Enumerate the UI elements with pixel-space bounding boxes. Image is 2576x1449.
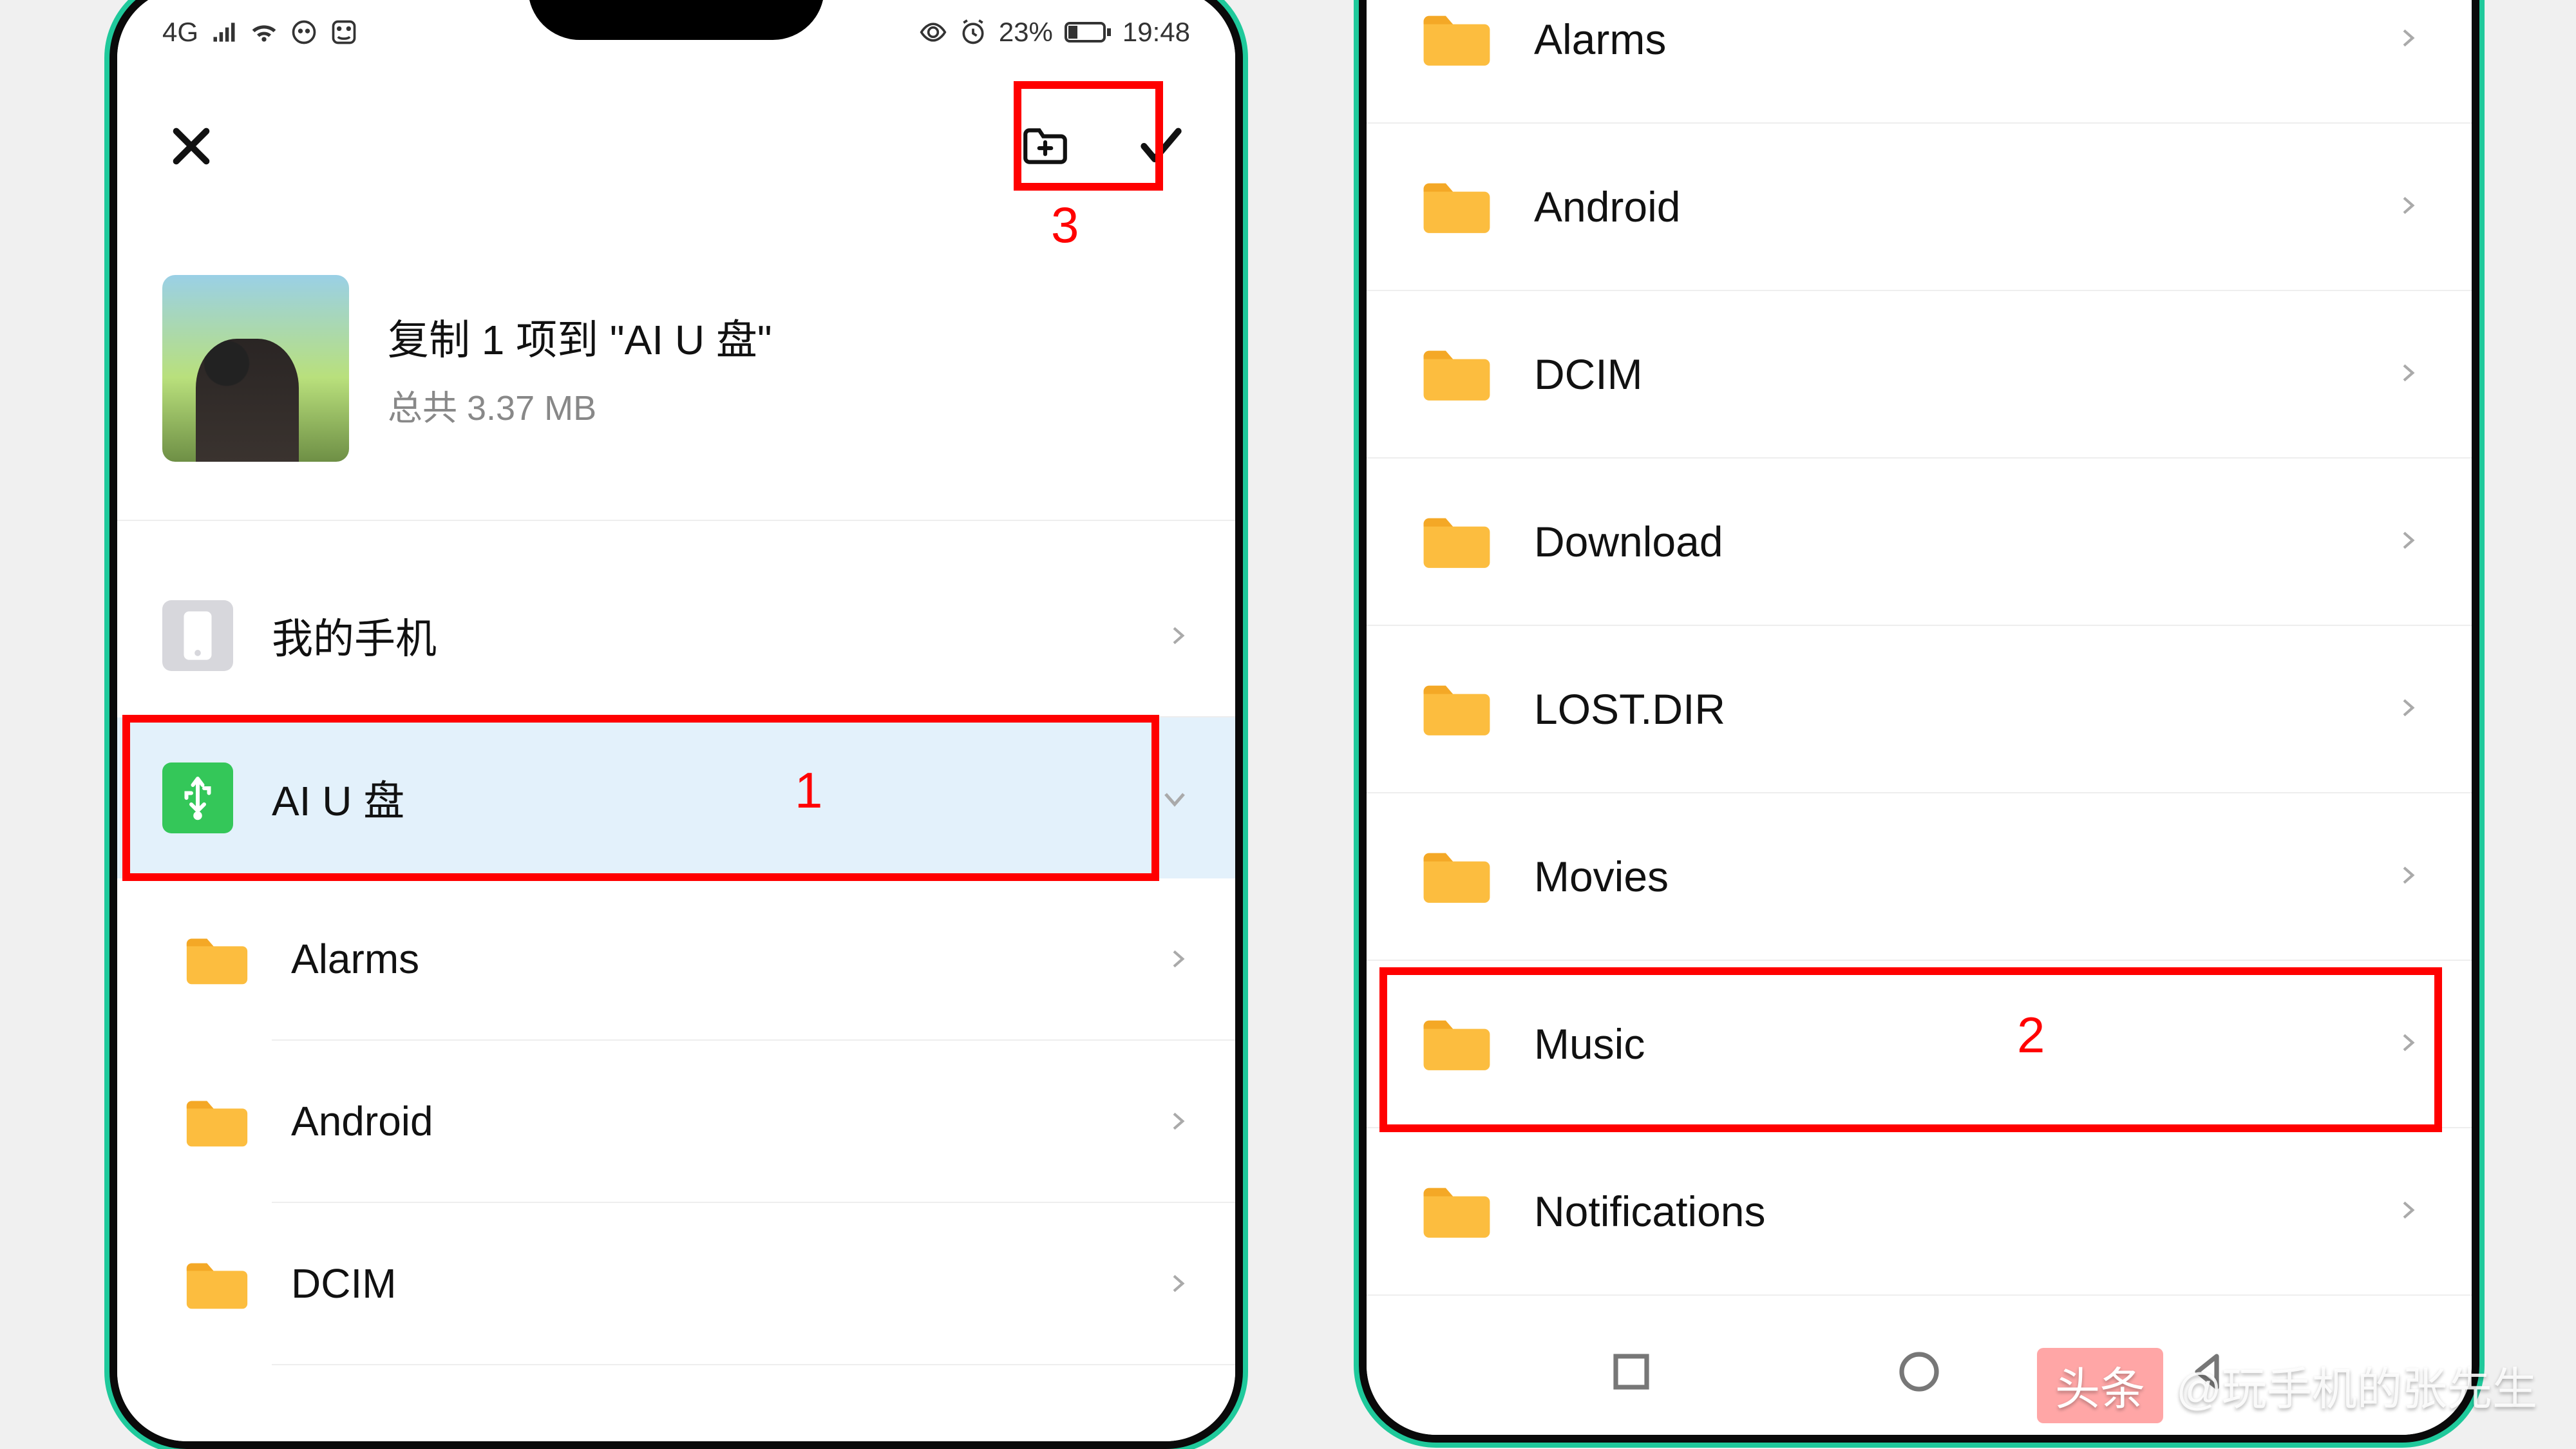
usb-icon bbox=[162, 762, 233, 833]
annotation-label-1: 1 bbox=[795, 761, 822, 820]
folder-icon bbox=[1418, 5, 1495, 75]
alarm-icon bbox=[959, 18, 987, 46]
battery-icon bbox=[1065, 18, 1111, 46]
chevron-right-icon bbox=[1151, 946, 1190, 972]
new-folder-button[interactable] bbox=[1016, 117, 1074, 175]
folder-icon bbox=[182, 1248, 252, 1319]
folder-label: Music bbox=[1534, 1019, 2394, 1068]
annotation-label-2: 2 bbox=[2017, 1006, 2045, 1065]
clipboard-subtitle: 总共 3.37 MB bbox=[388, 379, 772, 430]
screen-right: Alarms Android DCIM Download bbox=[1367, 0, 2472, 1435]
folder-label: Download bbox=[1534, 517, 2394, 566]
chevron-right-icon bbox=[1151, 1271, 1190, 1296]
app-icon-2 bbox=[330, 18, 358, 46]
locations-list: 我的手机 AI U 盘 bbox=[117, 555, 1235, 1365]
location-row-usb[interactable]: AI U 盘 bbox=[117, 717, 1235, 878]
folder-icon bbox=[1418, 172, 1495, 242]
location-row-phone[interactable]: 我的手机 bbox=[117, 555, 1235, 716]
chevron-right-icon bbox=[1151, 1108, 1190, 1134]
folder-row[interactable]: Android bbox=[1367, 124, 2472, 291]
folder-icon bbox=[1418, 842, 1495, 912]
nav-recent-button[interactable] bbox=[1608, 1349, 1654, 1395]
watermark-source: 头条 bbox=[2037, 1348, 2163, 1423]
chevron-right-icon bbox=[2394, 193, 2420, 222]
close-button[interactable] bbox=[162, 117, 220, 175]
chevron-right-icon bbox=[2394, 360, 2420, 389]
phone-frame-right: Alarms Android DCIM Download bbox=[1359, 0, 2479, 1443]
annotation-label-3: 3 bbox=[1051, 196, 1079, 254]
confirm-button[interactable] bbox=[1132, 117, 1190, 175]
clipboard-thumbnail bbox=[162, 275, 349, 462]
folder-list-right: Alarms Android DCIM Download bbox=[1367, 0, 2472, 1296]
nav-home-button[interactable] bbox=[1896, 1349, 1942, 1395]
folder-row[interactable]: Alarms bbox=[1367, 0, 2472, 124]
folder-row[interactable]: Alarms bbox=[117, 878, 1235, 1039]
eye-icon bbox=[919, 18, 947, 46]
chevron-right-icon bbox=[2394, 1197, 2420, 1226]
chevron-right-icon bbox=[1151, 623, 1190, 649]
folder-label: Alarms bbox=[1534, 15, 2394, 64]
wifi-icon bbox=[250, 18, 278, 46]
folder-icon bbox=[1418, 1009, 1495, 1079]
clipboard-summary: 复制 1 项到 "AI U 盘" 总共 3.37 MB bbox=[117, 256, 1235, 521]
tutorial-stage: 4G bbox=[0, 0, 2576, 1449]
folder-row[interactable]: LOST.DIR bbox=[1367, 626, 2472, 793]
folder-label: LOST.DIR bbox=[1534, 685, 2394, 734]
display-notch bbox=[528, 0, 824, 40]
folder-row[interactable]: Movies bbox=[1367, 793, 2472, 961]
folder-label: Android bbox=[1534, 182, 2394, 231]
folder-label: Movies bbox=[1534, 852, 2394, 901]
clipboard-title: 复制 1 项到 "AI U 盘" bbox=[388, 307, 772, 366]
folder-label: Android bbox=[291, 1097, 1151, 1145]
location-label-usb: AI U 盘 bbox=[272, 768, 1151, 828]
folder-icon bbox=[1418, 507, 1495, 577]
chevron-down-icon bbox=[1151, 782, 1190, 813]
watermark: 头条 @玩手机的张先生 bbox=[2037, 1348, 2537, 1423]
folder-icon bbox=[1418, 339, 1495, 410]
folder-label: DCIM bbox=[1534, 350, 2394, 399]
screen-left: 4G bbox=[117, 0, 1235, 1441]
folder-row[interactable]: DCIM bbox=[117, 1203, 1235, 1364]
folder-icon bbox=[182, 923, 252, 994]
folder-label: Notifications bbox=[1534, 1187, 2394, 1236]
chevron-right-icon bbox=[2394, 1030, 2420, 1059]
action-bar bbox=[117, 95, 1235, 198]
folder-label: Alarms bbox=[291, 935, 1151, 983]
folder-row[interactable]: Notifications bbox=[1367, 1128, 2472, 1296]
folder-row[interactable]: Download bbox=[1367, 459, 2472, 626]
phone-frame-left: 4G bbox=[109, 0, 1243, 1449]
phone-icon bbox=[162, 600, 233, 671]
folder-icon bbox=[1418, 1177, 1495, 1247]
folder-label: DCIM bbox=[291, 1260, 1151, 1307]
app-icon-1 bbox=[290, 18, 318, 46]
watermark-handle: @玩手机的张先生 bbox=[2176, 1353, 2537, 1418]
folder-row[interactable]: Android bbox=[117, 1041, 1235, 1202]
folder-row[interactable]: Music bbox=[1367, 961, 2472, 1128]
folder-row[interactable]: DCIM bbox=[1367, 291, 2472, 459]
chevron-right-icon bbox=[2394, 862, 2420, 891]
signal-strength-label: 4G bbox=[162, 17, 198, 48]
chevron-right-icon bbox=[2394, 695, 2420, 724]
divider bbox=[272, 1364, 1235, 1365]
signal-bars-icon bbox=[210, 18, 238, 46]
chevron-right-icon bbox=[2394, 527, 2420, 556]
battery-percent: 23% bbox=[999, 17, 1053, 48]
location-label-phone: 我的手机 bbox=[272, 606, 1151, 665]
clock: 19:48 bbox=[1122, 17, 1190, 48]
folder-icon bbox=[182, 1086, 252, 1157]
folder-icon bbox=[1418, 674, 1495, 744]
folder-list-left: Alarms Android DCIM bbox=[117, 878, 1235, 1365]
chevron-right-icon bbox=[2394, 25, 2420, 54]
